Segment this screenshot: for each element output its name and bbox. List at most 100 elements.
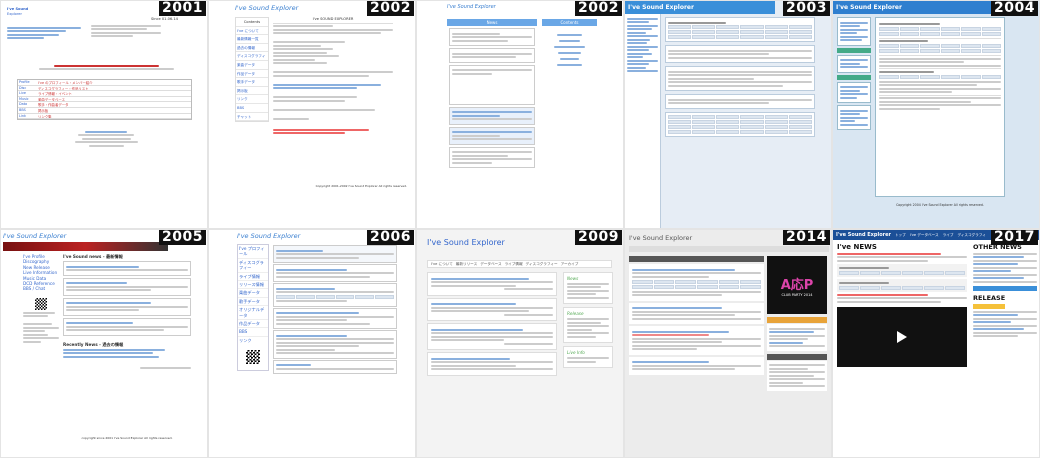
copyright: Copyright 2001-2002 I've Sound Explorer …: [315, 184, 407, 188]
nav-item[interactable]: Live Information: [23, 270, 59, 275]
nav-item[interactable]: 最新情報一覧: [236, 35, 268, 44]
main-content: I've SOUND EXPLORER: [273, 17, 393, 136]
tab-bar[interactable]: I've について 最新リリース データベース ライブ情報 ディスコグラフィー …: [427, 260, 612, 268]
nav-item[interactable]: 作品データ: [238, 320, 268, 329]
nav-bar[interactable]: [629, 246, 829, 252]
year-label: 2014: [783, 230, 830, 245]
screenshot-2001: 2001 I've Sound Explorer Since 01.06.14 …: [0, 0, 208, 229]
main-content: [875, 17, 1005, 197]
side-navigation[interactable]: Contents I've について 最新情報一覧 過去の情報 ディスコグラフィ…: [235, 17, 269, 123]
side-navigation[interactable]: [837, 17, 871, 130]
main-content: [427, 272, 557, 376]
nav-item[interactable]: 歌手データ: [238, 298, 268, 307]
contents-header: Contents: [542, 19, 597, 26]
site-header: I've Sound Explorer: [625, 1, 775, 14]
site-logo: I've Sound Explorer: [235, 4, 299, 12]
nav-item[interactable]: BBS: [236, 104, 268, 113]
qr-code: [35, 297, 47, 310]
release-label: Release: [567, 311, 584, 317]
year-label: 2003: [783, 1, 830, 16]
nav-item[interactable]: 歌手データ: [236, 78, 268, 87]
nav-item[interactable]: 楽曲データ: [236, 61, 268, 70]
nav-item[interactable]: I've データベース: [910, 233, 939, 238]
year-label: 2001: [159, 1, 206, 16]
site-logo: I've Sound Explorer: [836, 232, 891, 238]
nav-item[interactable]: ディスコグラフィ: [957, 233, 985, 238]
news-heading: I've Sound news - 最新情報: [63, 254, 123, 259]
news-column: News: [447, 19, 537, 170]
year-label: 2005: [159, 230, 206, 245]
year-label: 2004: [991, 1, 1038, 16]
promo-title: A応P: [780, 277, 814, 293]
screenshot-2017: 2017 I've Sound Explorer トップ I've データベース…: [832, 229, 1040, 458]
nav-item[interactable]: 楽曲データ: [238, 289, 268, 298]
promo-banner[interactable]: A応P CLUB PARTY 2014: [767, 256, 827, 314]
nav-item[interactable]: ライブ: [943, 233, 954, 238]
year-label: 2009: [575, 230, 622, 245]
news-header: News: [447, 19, 537, 26]
release-heading: RELEASE: [973, 293, 1006, 302]
copyright: Copyright 2004 I've Sound Explorer All r…: [896, 203, 984, 207]
main-content: [665, 17, 815, 137]
side-column: OTHER NEWS RELEASE: [973, 243, 1037, 339]
intro-text: [91, 23, 161, 39]
nav-item[interactable]: 過去の情報: [236, 44, 268, 53]
contents-column[interactable]: Contents: [542, 19, 597, 74]
nav-item[interactable]: ディスコグラフィ: [236, 52, 268, 61]
screenshot-2009: 2009 I've Sound Explorer I've について 最新リリー…: [416, 229, 624, 458]
tab[interactable]: I've について: [431, 262, 453, 267]
nav-item[interactable]: ライブ情報: [238, 273, 268, 282]
video-player[interactable]: [837, 306, 967, 367]
site-logo: I've Sound Explorer: [427, 238, 505, 247]
year-label: 2002: [575, 1, 622, 16]
side-column: News Release Live Info: [563, 272, 613, 369]
nav-item[interactable]: I've について: [236, 27, 268, 36]
nav-item[interactable]: I've プロフィール: [238, 245, 268, 259]
screenshot-2003: 2003 I've Sound Explorer: [624, 0, 832, 229]
site-header: I've Sound Explorer: [833, 1, 1005, 14]
nav-item[interactable]: BBS: [238, 328, 268, 337]
year-label: 2002: [367, 1, 414, 16]
site-logo: I've Sound Explorer: [237, 232, 301, 240]
nav-item[interactable]: トップ: [895, 233, 906, 238]
main-content: [629, 256, 764, 375]
tab[interactable]: アーカイブ: [561, 262, 579, 267]
recently-heading: Recently News - 過去の情報: [63, 341, 124, 347]
section-title: [31, 63, 181, 72]
tab[interactable]: ライブ情報: [505, 262, 523, 267]
nav-item[interactable]: リンク: [236, 95, 268, 104]
year-label: 2006: [367, 230, 414, 245]
screenshot-2014: 2014 I've Sound Explorer A応P CLUB PARTY …: [624, 229, 832, 458]
site-logo: I've Sound Explorer: [3, 232, 67, 240]
year-label: 2017: [991, 230, 1038, 245]
site-logo: I've Sound Explorer: [447, 4, 496, 10]
nav-item[interactable]: リンク: [238, 337, 268, 344]
nav-item[interactable]: 作品データ: [236, 70, 268, 79]
main-content: I've NEWS: [837, 243, 967, 367]
screenshot-2002-a: 2002 I've Sound Explorer Contents I've に…: [208, 0, 416, 229]
main-content: [273, 244, 397, 375]
play-icon[interactable]: [897, 330, 907, 343]
screenshot-2005: 2005 I've Sound Explorer I've Profile Di…: [0, 229, 208, 458]
side-navigation[interactable]: I've Profile Discography New Release Liv…: [23, 254, 59, 344]
tab[interactable]: 最新リリース: [456, 262, 477, 267]
screenshot-2004: 2004 I've Sound Explorer Copyright 2004 …: [832, 0, 1040, 229]
site-logo: I've Sound Explorer: [629, 234, 693, 242]
tab[interactable]: データベース: [480, 262, 501, 267]
nav-item[interactable]: オリジナルデータ: [238, 306, 268, 321]
nav-item[interactable]: 掲示板: [236, 87, 268, 96]
nav-item[interactable]: BBS / Chat: [23, 286, 59, 291]
side-navigation[interactable]: I've プロフィール ディスコグラフィー ライブ情報 リリース情報 楽曲データ…: [237, 244, 269, 372]
news-label: News: [567, 276, 579, 281]
tab[interactable]: ディスコグラフィー: [526, 262, 558, 267]
footer-links[interactable]: [71, 129, 141, 148]
nav-item[interactable]: チャット: [236, 113, 268, 122]
page-title: I've SOUND EXPLORER: [312, 17, 354, 21]
nav-item[interactable]: ディスコグラフィー: [238, 259, 268, 273]
main-content: I've Sound news - 最新情報 Recently News - 過…: [63, 254, 191, 370]
nav-item[interactable]: リリース情報: [238, 281, 268, 290]
side-navigation[interactable]: [625, 14, 661, 228]
news-heading: I've NEWS: [837, 243, 877, 251]
date-text: Since 01.06.14: [151, 17, 178, 21]
screenshot-2002-b: 2002 I've Sound Explorer News Contents: [416, 0, 624, 229]
